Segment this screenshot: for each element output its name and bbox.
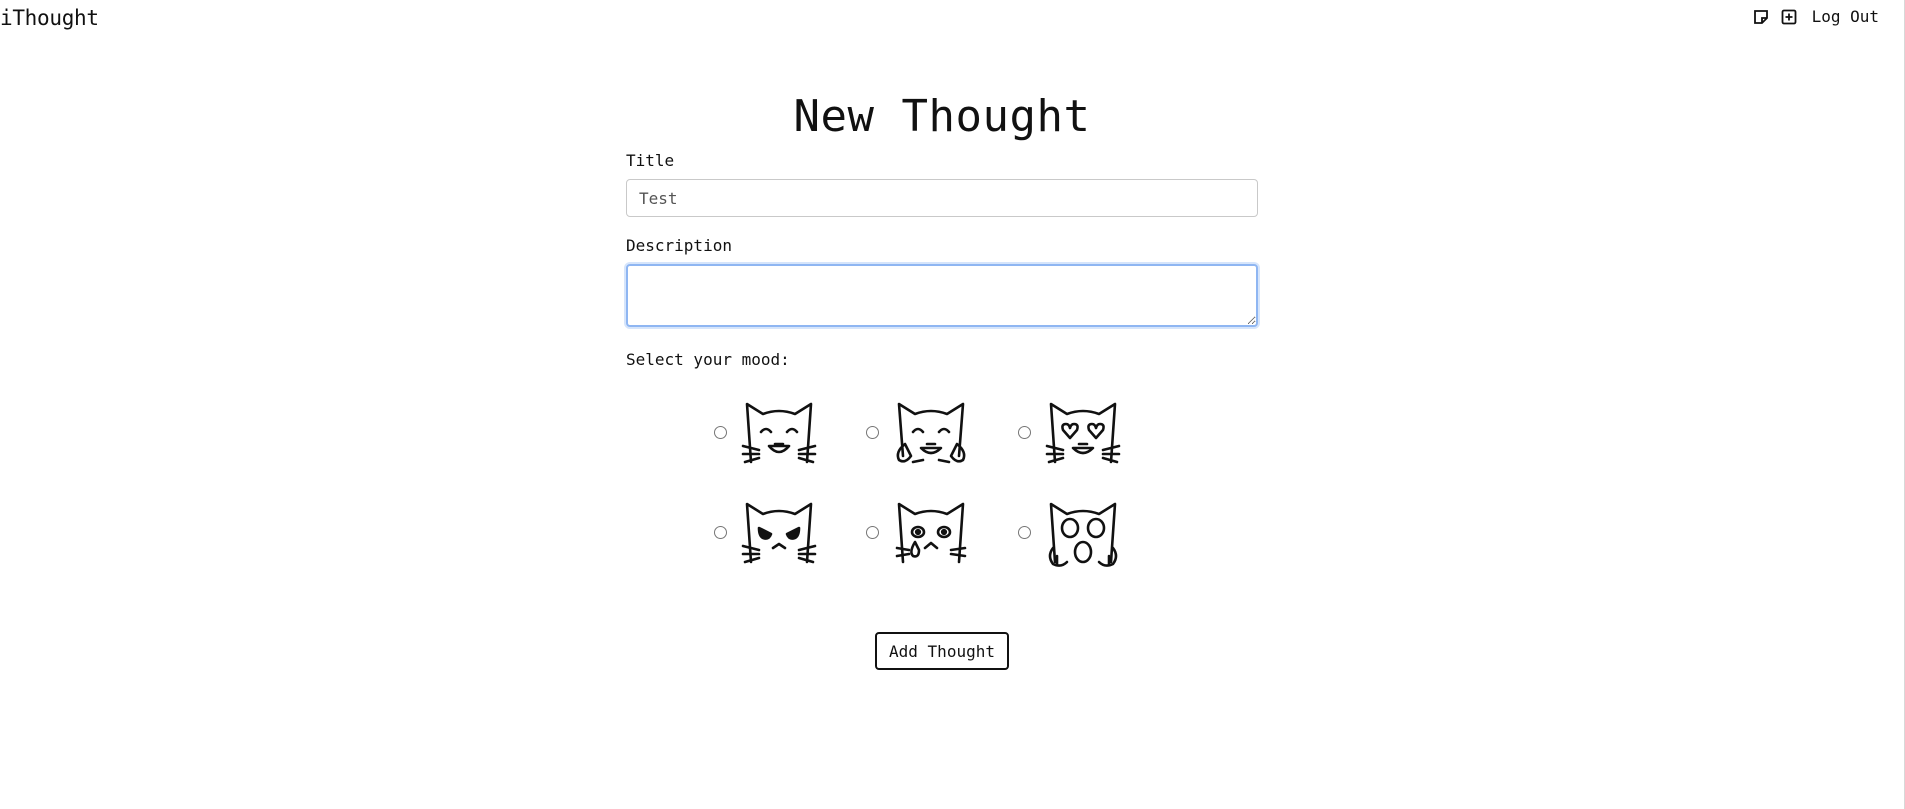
title-label: Title	[626, 151, 675, 170]
app-root: iThought Log Out New Thought Title Descr…	[0, 0, 1905, 809]
cat-weary-icon[interactable]	[1043, 490, 1123, 574]
description-label: Description	[626, 236, 732, 255]
mood-radio[interactable]	[866, 525, 879, 539]
plus-square-icon[interactable]	[1780, 8, 1798, 26]
mood-selector	[714, 390, 1170, 574]
top-nav: Log Out	[1752, 7, 1879, 27]
cat-crying-icon[interactable]	[891, 490, 971, 574]
mood-option-3[interactable]	[1018, 390, 1170, 474]
mood-option-4[interactable]	[714, 490, 866, 574]
mood-radio[interactable]	[714, 525, 727, 539]
cat-laughing-icon[interactable]	[739, 390, 819, 474]
new-thought-form: Title Description Select your mood:	[626, 150, 1258, 371]
title-input[interactable]	[626, 179, 1258, 217]
mood-radio[interactable]	[1018, 425, 1031, 439]
cat-angry-icon[interactable]	[739, 490, 819, 574]
mood-option-5[interactable]	[866, 490, 1018, 574]
description-textarea[interactable]	[626, 264, 1258, 327]
mood-radio[interactable]	[866, 425, 879, 439]
cat-heart-eyes-icon[interactable]	[1043, 390, 1123, 474]
sticky-note-icon[interactable]	[1752, 8, 1770, 26]
mood-radio[interactable]	[714, 425, 727, 439]
cat-tears-of-joy-icon[interactable]	[891, 390, 971, 474]
brand-logo-text[interactable]: iThought	[0, 6, 99, 30]
mood-label: Select your mood:	[626, 350, 790, 369]
add-thought-button[interactable]: Add Thought	[875, 632, 1009, 670]
mood-option-2[interactable]	[866, 390, 1018, 474]
description-field-group: Description	[626, 235, 1258, 327]
mood-option-6[interactable]	[1018, 490, 1170, 574]
logout-link[interactable]: Log Out	[1812, 7, 1879, 27]
mood-radio[interactable]	[1018, 525, 1031, 539]
page-title: New Thought	[793, 91, 1091, 142]
title-field-group: Title	[626, 150, 1258, 217]
mood-option-1[interactable]	[714, 390, 866, 474]
